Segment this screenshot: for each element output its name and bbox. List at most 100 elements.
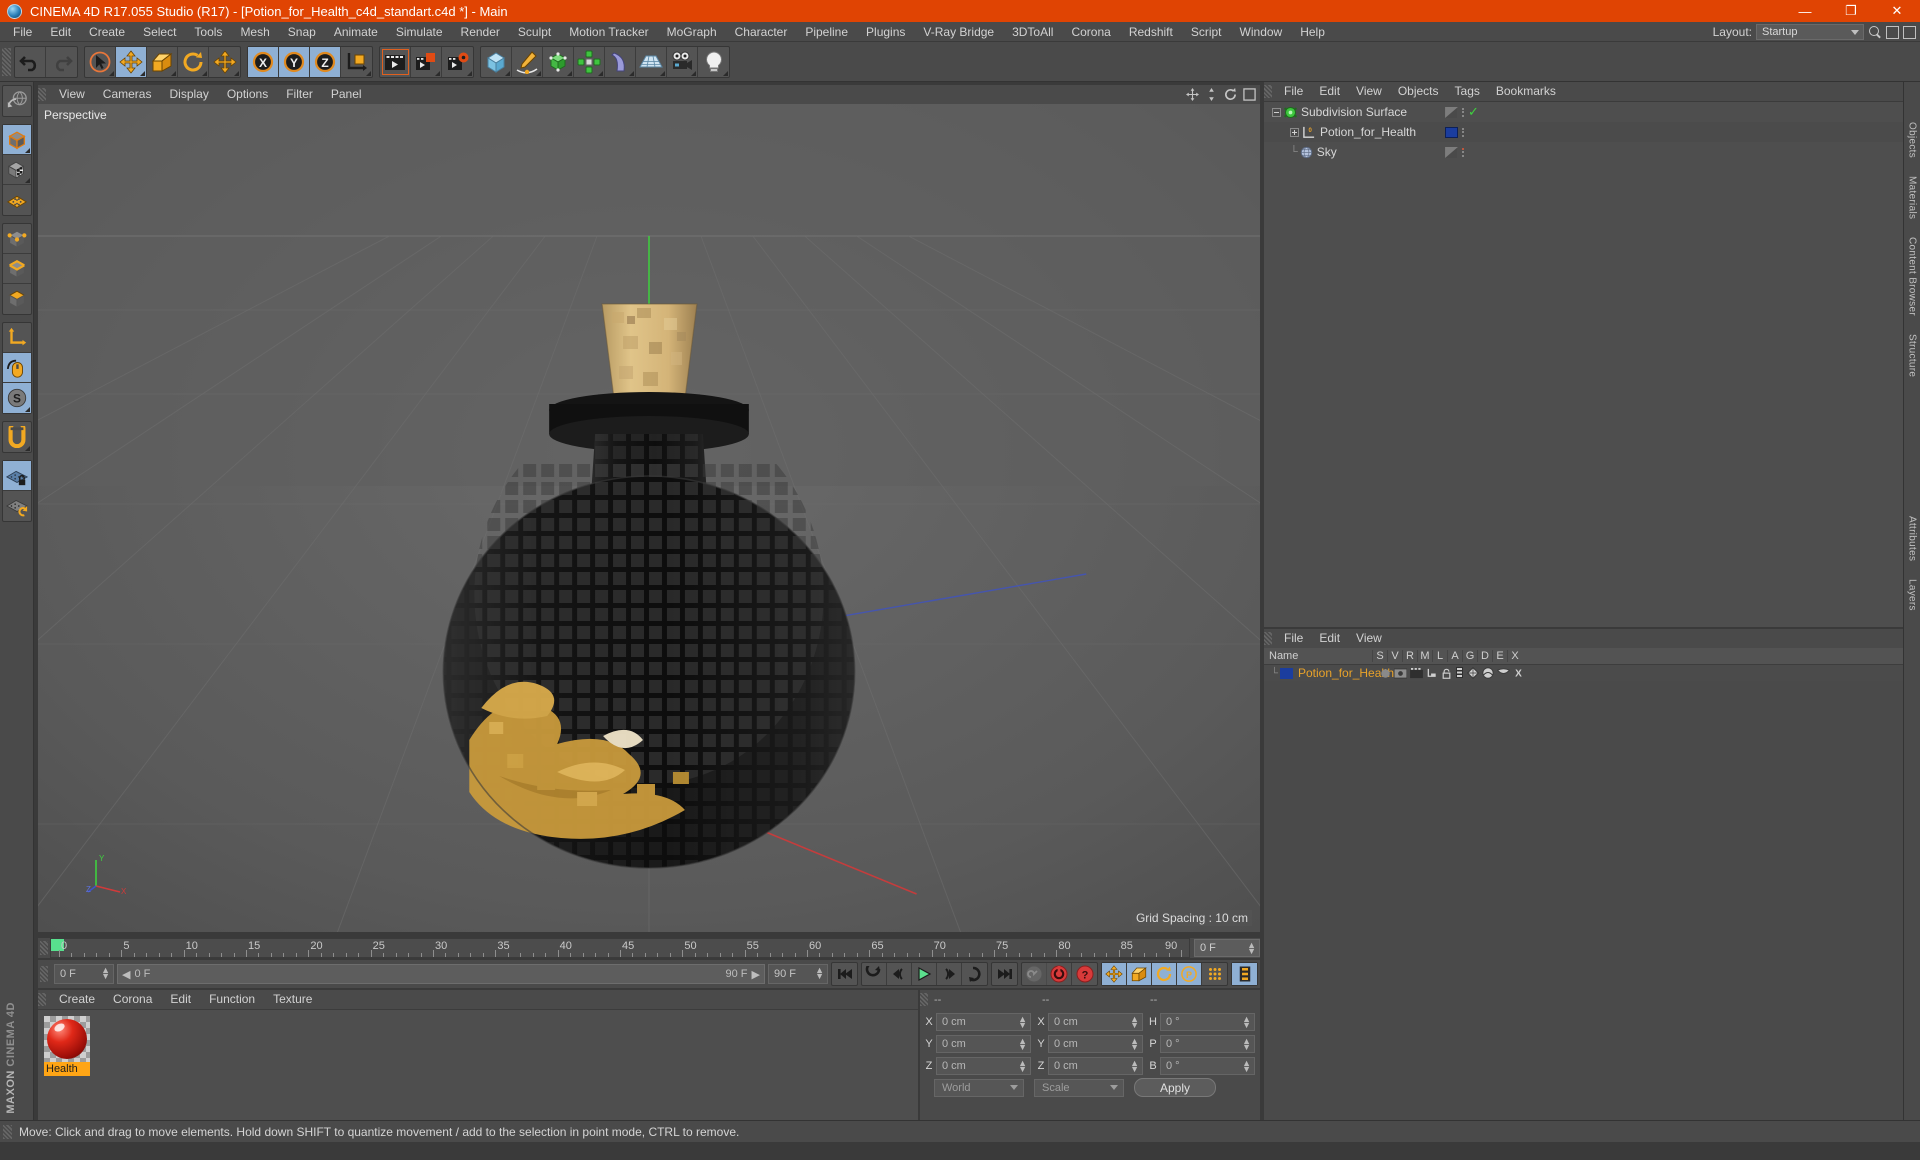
material-item[interactable]: Health [44,1016,90,1077]
camera-icon[interactable] [667,46,698,77]
texture-mode-icon[interactable] [2,155,31,185]
material-menu-function[interactable]: Function [200,990,264,1009]
viewport-menu-filter[interactable]: Filter [277,85,322,104]
polygon-axis-icon[interactable] [3,185,31,215]
material-menu-texture[interactable]: Texture [264,990,321,1009]
step-back-keyframe-button[interactable] [862,963,887,986]
layer-col-e[interactable]: E [1492,650,1507,662]
model-mode-icon[interactable] [2,125,31,155]
object-menu-tags[interactable]: Tags [1447,82,1488,101]
viewport-solo-icon[interactable] [2,353,31,383]
frame-end-field[interactable]: 90 F ▲ ▼ [768,964,828,985]
scale-key-button[interactable] [1127,963,1152,986]
coord-size-y-field[interactable]: 0 cm ▲ ▼ [1048,1035,1143,1054]
object-menu-edit[interactable]: Edit [1311,82,1348,101]
minimize-button[interactable]: — [1782,0,1828,22]
maximize-button[interactable]: ❐ [1828,0,1874,22]
magnet-tool-icon[interactable] [3,422,31,452]
panel-restore-icon[interactable] [1886,25,1899,39]
select-cursor-icon[interactable] [85,46,116,77]
range-right-arrow-icon[interactable]: 90 F ▶ [726,968,760,981]
layer-generator-icon[interactable] [1467,667,1479,679]
rotate-view-icon[interactable] [1224,88,1237,101]
spinner-icon[interactable]: ▲ ▼ [1247,941,1256,956]
menu-help[interactable]: Help [1291,22,1334,42]
spinner-icon[interactable]: ▲ ▼ [1130,1015,1139,1030]
menu-select[interactable]: Select [134,22,185,42]
undo-icon[interactable] [15,46,46,77]
display-tag-icon[interactable] [1445,146,1458,158]
layer-visible-icon[interactable] [1394,667,1407,679]
spinner-icon[interactable]: ▲ ▼ [1242,1015,1251,1030]
position-key-button[interactable] [1102,963,1127,986]
mograph-icon[interactable] [574,46,605,77]
move-world-icon[interactable] [209,47,240,77]
layer-col-l[interactable]: L [1432,650,1447,662]
axis-y-icon[interactable]: Y [279,46,310,77]
layer-lock-icon[interactable] [1441,668,1452,679]
deformer-bend-icon[interactable] [605,46,636,77]
edge-tab-content-browser[interactable]: Content Browser [1907,237,1918,316]
coord-size-z-field[interactable]: 0 cm ▲ ▼ [1048,1057,1143,1076]
menu-file[interactable]: File [4,22,41,42]
step-forward-keyframe-button[interactable] [962,963,987,985]
viewport-menu-options[interactable]: Options [218,85,277,104]
tree-expand-icon[interactable] [1290,127,1299,137]
timeline-current-frame-field[interactable]: 0 F ▲ ▼ [1194,939,1260,958]
planar-workplane-icon[interactable] [3,491,31,521]
object-row-sky[interactable]: └ Sky [1264,142,1903,162]
status-bar-grip[interactable] [3,1124,12,1139]
layer-solo-icon[interactable] [1380,668,1391,679]
material-menu-edit[interactable]: Edit [161,990,200,1009]
menu-motion-tracker[interactable]: Motion Tracker [560,22,657,42]
coordinates-grip[interactable] [920,993,928,1007]
layer-row[interactable]: └ Potion_for_Health X [1264,665,1903,681]
layer-col-d[interactable]: D [1477,650,1492,662]
pla-key-button[interactable] [1202,963,1227,985]
spinner-icon[interactable]: ▲ ▼ [1130,1059,1139,1074]
layer-deformer-icon[interactable] [1482,667,1494,679]
spinner-icon[interactable]: ▲ ▼ [1130,1037,1139,1052]
layer-manager-grip[interactable] [1264,632,1272,645]
tree-collapse-icon[interactable] [1272,107,1281,117]
generator-icon[interactable] [543,46,574,77]
spinner-icon[interactable]: ▲ ▼ [1018,1015,1027,1030]
menu-pipeline[interactable]: Pipeline [796,22,857,42]
layer-col-r[interactable]: R [1402,650,1417,662]
panel-close-icon[interactable] [1903,25,1916,39]
edge-tab-structure[interactable]: Structure [1907,334,1918,377]
toolbar-grip[interactable] [2,47,11,76]
coord-rot-p-field[interactable]: 0 ° ▲ ▼ [1160,1035,1255,1054]
layer-animation-icon[interactable] [1455,667,1464,679]
object-row-potion-for-health[interactable]: 0 Potion_for_Health [1264,122,1903,142]
material-tag-icon[interactable] [1445,126,1458,138]
coord-pos-y-field[interactable]: 0 cm ▲ ▼ [936,1035,1031,1054]
timeline-grip[interactable] [40,941,48,956]
coord-rot-h-field[interactable]: 0 ° ▲ ▼ [1160,1013,1255,1032]
layer-color-swatch[interactable] [1280,667,1293,679]
coord-pos-z-field[interactable]: 0 cm ▲ ▼ [936,1057,1031,1076]
point-mode-icon[interactable] [2,224,31,254]
edge-tab-objects[interactable]: Objects [1907,122,1918,158]
menu-mesh[interactable]: Mesh [231,22,278,42]
spinner-icon[interactable]: ▲ ▼ [815,966,824,981]
tag-dots-icon[interactable] [1462,147,1464,157]
menu-animate[interactable]: Animate [325,22,387,42]
edge-tab-attributes[interactable]: Attributes [1907,516,1918,561]
goto-start-button[interactable] [832,963,857,985]
menu-mograph[interactable]: MoGraph [658,22,726,42]
move-tool-icon[interactable] [116,46,147,77]
viewport-menu-view[interactable]: View [50,85,94,104]
viewport-menu-grip[interactable] [38,88,46,101]
range-left-arrow-icon[interactable]: ◀ 0 F [122,968,150,981]
material-menu-corona[interactable]: Corona [104,990,161,1009]
object-axis-icon[interactable] [2,323,31,353]
rotate-tool-icon[interactable] [178,46,209,77]
cube-primitive-icon[interactable] [481,46,512,77]
menu-vray-bridge[interactable]: V-Ray Bridge [914,22,1003,42]
layer-col-g[interactable]: G [1462,650,1477,662]
axis-x-icon[interactable]: X [248,46,279,77]
zoom-view-icon[interactable] [1205,88,1218,101]
layer-col-v[interactable]: V [1387,650,1402,662]
layout-dropdown[interactable]: Startup [1756,24,1864,40]
